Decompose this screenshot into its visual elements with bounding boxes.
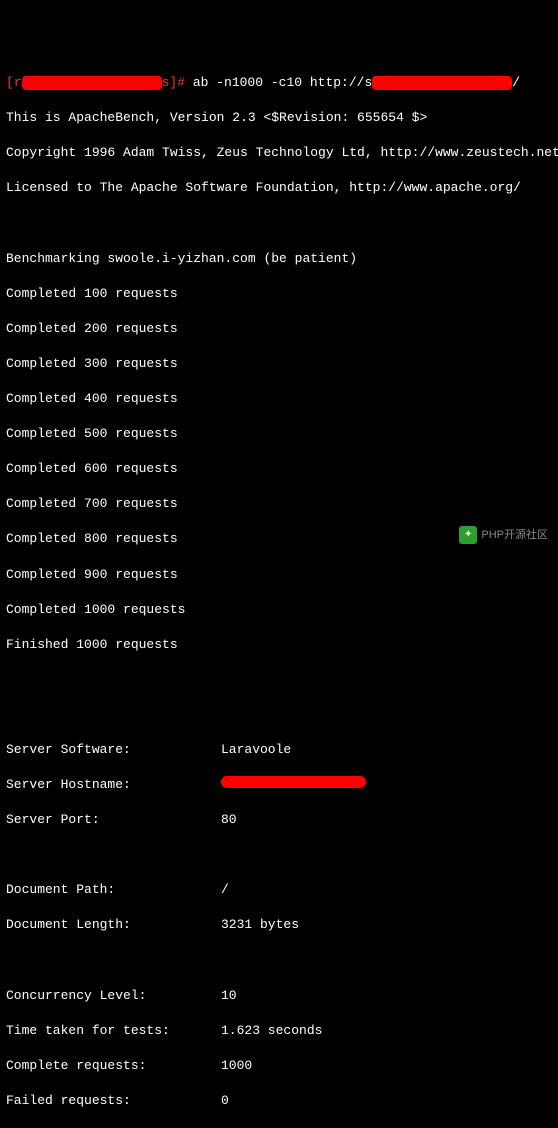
result-key: Concurrency Level: — [6, 987, 221, 1005]
prompt-line: [r s]# ab -n1000 -c10 http://s / — [6, 74, 552, 92]
result-key: Write errors: — [6, 1127, 221, 1128]
progress-line: Completed 500 requests — [6, 425, 552, 443]
watermark-text: PHP开源社区 — [481, 528, 548, 543]
result-value: 10 — [221, 987, 237, 1005]
result-value: 80 — [221, 811, 237, 829]
progress-line: Completed 1000 requests — [6, 601, 552, 619]
result-key: Server Hostname: — [6, 776, 221, 794]
result-value: 3231 bytes — [221, 916, 299, 934]
progress-line: Completed 100 requests — [6, 285, 552, 303]
result-value: 1000 — [221, 1057, 252, 1075]
benchmarking-line: Benchmarking swoole.i-yizhan.com (be pat… — [6, 250, 552, 268]
intro-line-3: Licensed to The Apache Software Foundati… — [6, 179, 552, 197]
watermark: ✦ PHP开源社区 — [459, 526, 548, 544]
result-value: Laravoole — [221, 741, 291, 759]
blank-line — [6, 671, 552, 689]
redacted-hostname — [221, 776, 366, 788]
progress-line: Completed 200 requests — [6, 320, 552, 338]
command-trail: / — [512, 75, 520, 90]
intro-line-1: This is ApacheBench, Version 2.3 <$Revis… — [6, 109, 552, 127]
blank-line — [6, 215, 552, 233]
blank-line — [6, 846, 552, 864]
server-port-row: Server Port:80 — [6, 811, 552, 829]
result-key: Failed requests: — [6, 1092, 221, 1110]
server-software-row: Server Software:Laravoole — [6, 741, 552, 759]
blank-line — [6, 952, 552, 970]
result-key: Document Length: — [6, 916, 221, 934]
failed-requests-row: Failed requests:0 — [6, 1092, 552, 1110]
result-key: Server Port: — [6, 811, 221, 829]
result-value: 0 — [221, 1127, 229, 1128]
document-length-row: Document Length:3231 bytes — [6, 916, 552, 934]
redacted-user-host — [22, 76, 162, 90]
result-key: Server Software: — [6, 741, 221, 759]
result-key: Document Path: — [6, 881, 221, 899]
result-value: 0 — [221, 1092, 229, 1110]
progress-line: Completed 600 requests — [6, 460, 552, 478]
progress-line: Completed 900 requests — [6, 566, 552, 584]
write-errors-row: Write errors:0 — [6, 1127, 552, 1128]
progress-line: Completed 700 requests — [6, 495, 552, 513]
result-key: Time taken for tests: — [6, 1022, 221, 1040]
command-text: ab -n1000 -c10 http://s — [193, 75, 372, 90]
progress-line: Finished 1000 requests — [6, 636, 552, 654]
prompt-prefix: [r — [6, 75, 22, 90]
blank-line — [6, 706, 552, 724]
time-taken-row: Time taken for tests:1.623 seconds — [6, 1022, 552, 1040]
complete-requests-row: Complete requests:1000 — [6, 1057, 552, 1075]
progress-line: Completed 400 requests — [6, 390, 552, 408]
document-path-row: Document Path:/ — [6, 881, 552, 899]
concurrency-level-row: Concurrency Level:10 — [6, 987, 552, 1005]
wechat-icon: ✦ — [459, 526, 477, 544]
intro-line-2: Copyright 1996 Adam Twiss, Zeus Technolo… — [6, 144, 552, 162]
result-value: 1.623 seconds — [221, 1022, 322, 1040]
result-key: Complete requests: — [6, 1057, 221, 1075]
prompt-suffix: s]# — [162, 75, 193, 90]
progress-line: Completed 300 requests — [6, 355, 552, 373]
result-value: / — [221, 881, 229, 899]
redacted-url — [372, 76, 512, 90]
server-hostname-row: Server Hostname: — [6, 776, 552, 794]
